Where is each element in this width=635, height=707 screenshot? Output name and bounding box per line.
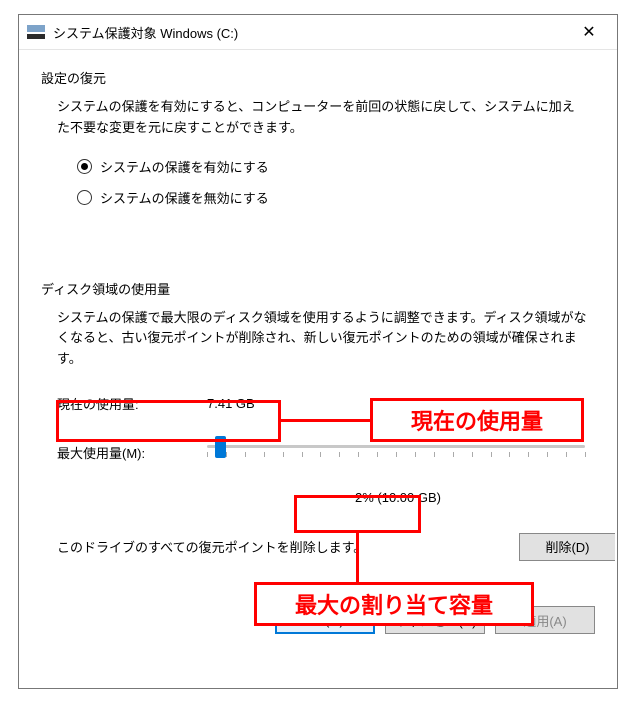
- delete-restore-points-row: このドライブのすべての復元ポイントを削除します。 削除(D): [57, 533, 595, 561]
- radio-disable-control[interactable]: [77, 190, 92, 205]
- slider-tick: [585, 452, 586, 457]
- radio-enable-row[interactable]: システムの保護を有効にする: [77, 157, 595, 176]
- slider-tick: [245, 452, 246, 457]
- slider-tick: [547, 452, 548, 457]
- annotation-max-alloc-callout: 最大の割り当て容量: [254, 582, 534, 626]
- restore-settings-header: 設定の復元: [41, 68, 595, 87]
- slider-tick: [434, 452, 435, 457]
- slider-tick: [509, 452, 510, 457]
- slider-thumb[interactable]: [215, 436, 226, 458]
- slider-tick: [264, 452, 265, 457]
- delete-button[interactable]: 削除(D): [519, 533, 615, 561]
- drive-icon: [27, 25, 45, 39]
- radio-disable-label: システムの保護を無効にする: [100, 188, 269, 207]
- slider-tick: [358, 452, 359, 457]
- radio-disable-row[interactable]: システムの保護を無効にする: [77, 188, 595, 207]
- slider-tick: [302, 452, 303, 457]
- disk-usage-header: ディスク領域の使用量: [41, 279, 595, 298]
- slider-tick: [453, 452, 454, 457]
- radio-enable-control[interactable]: [77, 159, 92, 174]
- window-title: システム保護対象 Windows (C:): [53, 23, 569, 42]
- slider-ticks: [207, 452, 585, 460]
- slider-tick: [320, 452, 321, 457]
- max-usage-slider[interactable]: [207, 445, 585, 460]
- current-usage-label: 現在の使用量:: [57, 394, 207, 413]
- slider-tick: [415, 452, 416, 457]
- slider-tick: [339, 452, 340, 457]
- annotation-current-usage-callout: 現在の使用量: [370, 398, 584, 442]
- restore-settings-description: システムの保護を有効にすると、コンピューターを前回の状態に戻して、システムに加え…: [57, 97, 587, 139]
- slider-tick: [566, 452, 567, 457]
- canvas: システム保護対象 Windows (C:) ✕ 設定の復元 システムの保護を有効…: [0, 0, 635, 707]
- slider-tick: [377, 452, 378, 457]
- radio-enable-label: システムの保護を有効にする: [100, 157, 269, 176]
- slider-tick: [283, 452, 284, 457]
- delete-restore-points-text: このドライブのすべての復元ポイントを削除します。: [57, 537, 366, 556]
- title-bar: システム保護対象 Windows (C:) ✕: [19, 15, 617, 50]
- protection-radio-group: システムの保護を有効にする システムの保護を無効にする: [77, 157, 595, 207]
- slider-track: [207, 445, 585, 448]
- max-usage-row: 最大使用量(M):: [57, 443, 595, 462]
- disk-usage-description: システムの保護で最大限のディスク領域を使用するように調整できます。ディスク領域が…: [57, 308, 595, 370]
- current-usage-value: 7.41 GB: [207, 396, 255, 411]
- slider-tick: [396, 452, 397, 457]
- max-usage-label: 最大使用量(M):: [57, 443, 207, 462]
- annotation-line-1: [281, 419, 370, 422]
- slider-tick: [491, 452, 492, 457]
- slider-tick: [226, 452, 227, 457]
- dialog-body: 設定の復元 システムの保護を有効にすると、コンピューターを前回の状態に戻して、シ…: [19, 50, 617, 577]
- slider-value-text: 2% (10.00 GB): [201, 490, 595, 505]
- slider-tick: [528, 452, 529, 457]
- slider-tick: [207, 452, 208, 457]
- slider-tick: [472, 452, 473, 457]
- close-button[interactable]: ✕: [569, 18, 609, 46]
- annotation-line-2: [356, 533, 359, 582]
